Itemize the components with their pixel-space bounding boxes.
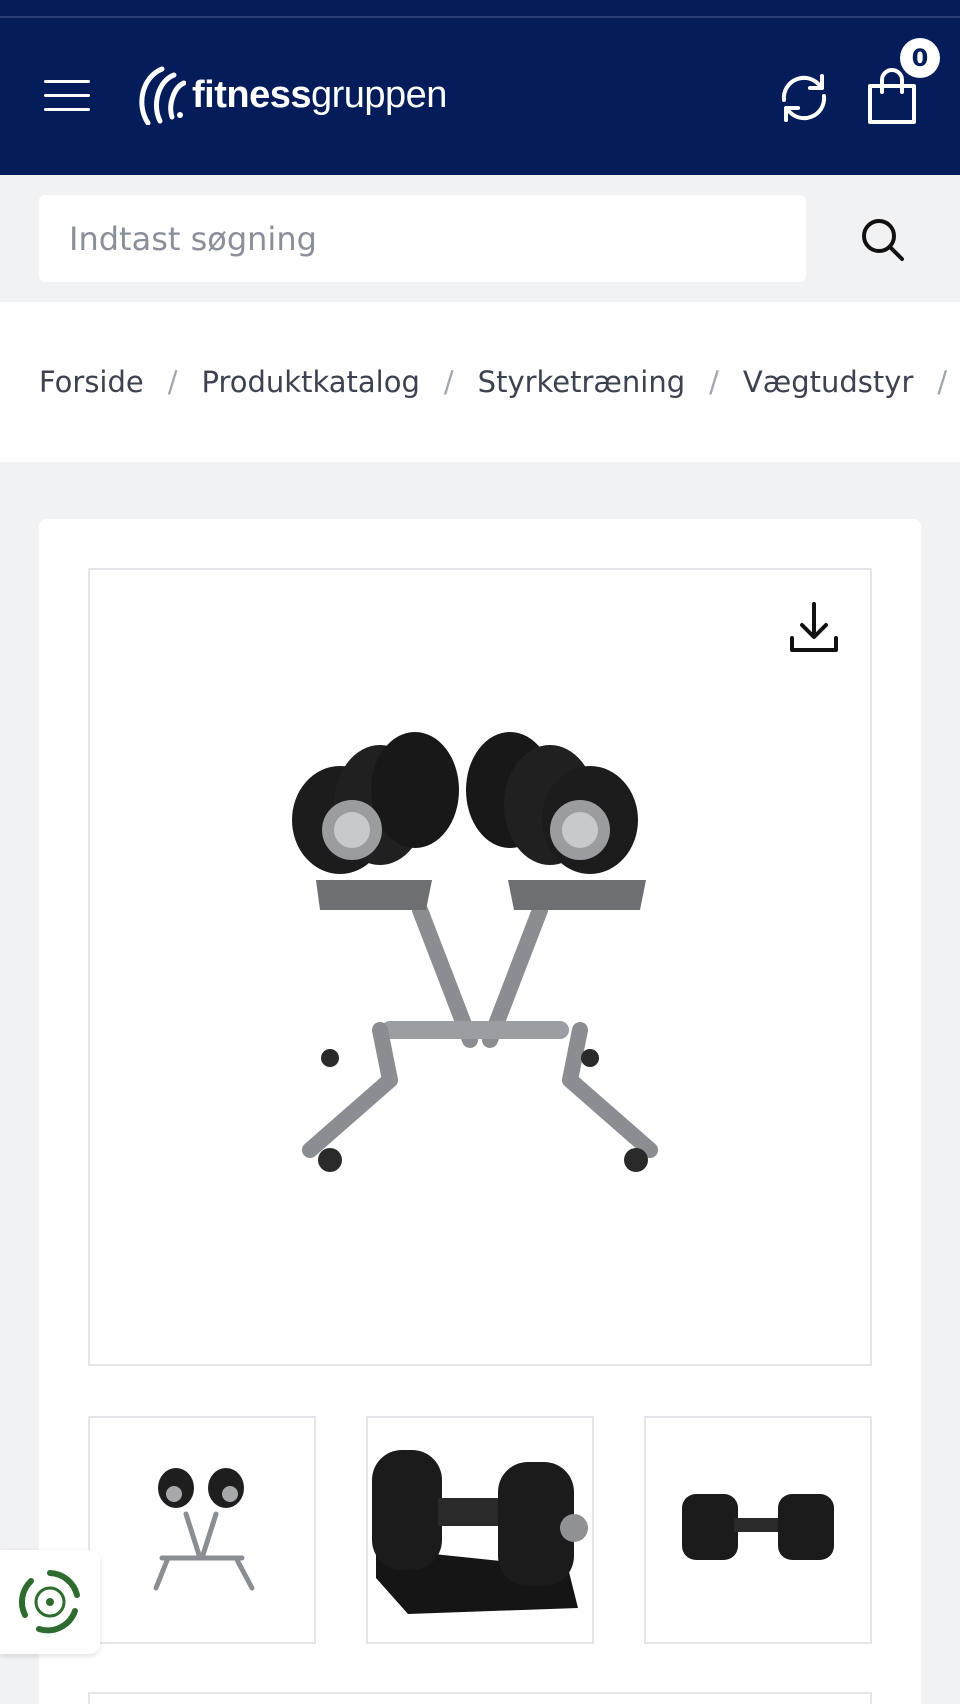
breadcrumb-separator: / xyxy=(167,365,178,399)
dumbbell-side-thumb-icon xyxy=(682,1494,834,1560)
download-image-button[interactable] xyxy=(784,598,844,658)
breadcrumb-separator: / xyxy=(709,365,719,399)
search-icon xyxy=(862,219,904,261)
recycle-eco-icon xyxy=(18,1570,80,1634)
logo-text: fitnessgruppen xyxy=(192,73,447,116)
status-strip xyxy=(0,0,960,18)
cart-count-badge: 0 xyxy=(900,38,940,78)
refresh-icon xyxy=(781,74,827,122)
search-bar xyxy=(0,175,960,302)
hamburger-menu-button[interactable] xyxy=(44,78,92,114)
single-dumbbell-thumb-icon xyxy=(372,1450,588,1614)
breadcrumb-item-forside[interactable]: Forside xyxy=(39,365,144,399)
search-input[interactable] xyxy=(39,195,806,282)
thumbnail-single-dumbbell-tray[interactable] xyxy=(366,1416,594,1644)
breadcrumb-separator: / xyxy=(443,365,454,399)
thumbnail-dumbbells-on-stand[interactable] xyxy=(88,1416,316,1644)
search-button[interactable] xyxy=(860,217,906,263)
download-icon xyxy=(790,602,838,652)
product-main-image[interactable] xyxy=(88,568,872,1366)
product-info-box-edge xyxy=(88,1692,872,1704)
site-logo[interactable]: fitnessgruppen xyxy=(134,62,514,128)
refresh-button[interactable] xyxy=(776,70,832,126)
breadcrumb-separator: / xyxy=(937,365,948,399)
site-header: fitnessgruppen 0 xyxy=(0,0,960,175)
dumbbells-on-stand-thumb-icon xyxy=(153,1468,255,1591)
breadcrumb-item-styrketraening[interactable]: Styrketræning xyxy=(478,365,685,399)
eco-badge-button[interactable] xyxy=(0,1550,100,1654)
breadcrumb: Forside / Produktkatalog / Styrketræning… xyxy=(0,302,960,462)
breadcrumb-item-produktkatalog[interactable]: Produktkatalog xyxy=(202,365,420,399)
thumbnail-dumbbell-side-view[interactable] xyxy=(644,1416,872,1644)
dumbbells-on-stand-image xyxy=(292,732,658,1172)
logo-swoosh-icon xyxy=(139,66,186,125)
breadcrumb-item-vaegtudstyr[interactable]: Vægtudstyr xyxy=(743,365,913,399)
